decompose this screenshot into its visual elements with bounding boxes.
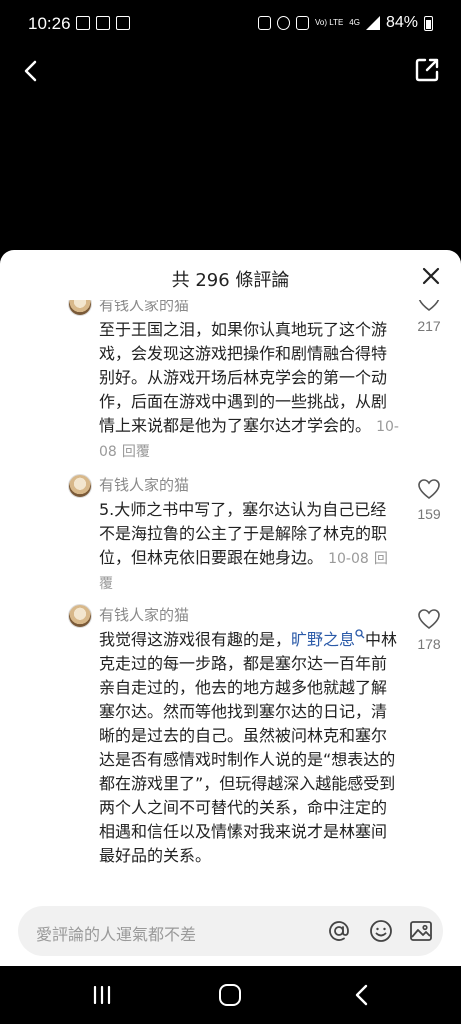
search-icon: [355, 629, 365, 639]
comment-list[interactable]: 有钱人家的猫 至于王国之泪，如果你认真地玩了这个游戏，会发现这游戏把操作和剧情融…: [0, 300, 461, 896]
chevron-left-icon[interactable]: [20, 60, 42, 82]
comment-date: 10-08: [328, 551, 369, 567]
heart-outline-icon: [418, 479, 440, 500]
like-button[interactable]: 159: [415, 478, 443, 522]
image-icon[interactable]: [409, 919, 433, 943]
comment-input[interactable]: 愛評論的人運氣都不差: [18, 906, 443, 956]
comment-count-title: 共 296 條評論: [171, 270, 290, 291]
avatar[interactable]: [68, 474, 92, 498]
mute-icon: [295, 16, 309, 30]
comment-text: 我觉得这游戏很有趣的是，旷野之息 中林克走过的每一步路，都是塞尔达一百年前亲自走过…: [99, 628, 399, 868]
notification-icons: [76, 16, 130, 30]
mail-notification-icon: [96, 16, 110, 30]
reply-button[interactable]: 回覆: [122, 444, 150, 460]
battery-icon: [424, 15, 433, 31]
gallery-notification-icon: [76, 16, 90, 30]
avatar[interactable]: [68, 300, 92, 316]
like-count: 159: [417, 506, 441, 522]
topic-link-label: 旷野之息: [291, 630, 356, 649]
like-count: 178: [417, 636, 441, 652]
battery-percent: 84%: [385, 14, 418, 31]
comment-body-start: 我觉得这游戏很有趣的是，: [99, 630, 292, 649]
comment-text: 至于王国之泪，如果你认真地玩了这个游戏，会发现这游戏把操作和剧情融合得特别好。从…: [99, 318, 399, 464]
comment-body: 至于王国之泪，如果你认真地玩了这个游戏，会发现这游戏把操作和剧情融合得特别好。从…: [99, 320, 388, 435]
comment-author[interactable]: 有钱人家的猫: [99, 300, 189, 315]
like-count: 217: [417, 318, 441, 334]
back-icon[interactable]: [354, 984, 368, 1006]
volte-label: Vo) LTE: [314, 18, 344, 27]
topic-link[interactable]: 旷野之息: [291, 629, 365, 649]
home-icon[interactable]: [219, 984, 241, 1006]
comment-input-placeholder: 愛評論的人運氣都不差: [36, 925, 197, 944]
recents-icon[interactable]: [92, 986, 112, 1004]
status-bar: 10:26 Vo) LTE 4G 84%: [0, 0, 461, 50]
smiley-icon[interactable]: [369, 919, 393, 943]
avatar[interactable]: [68, 604, 92, 628]
comment-author[interactable]: 有钱人家的猫: [99, 604, 189, 625]
sheet-header: 共 296 條評論: [0, 250, 461, 300]
check-notification-icon: [116, 16, 130, 30]
comment-text: 5.大师之书中写了，塞尔达认为自己已经不是海拉鲁的公主了于是解除了林克的职位，但…: [99, 498, 399, 596]
signal-icon: [365, 16, 380, 30]
share-external-icon[interactable]: [413, 56, 441, 84]
comment-body-end: 中林克走过的每一步路，都是塞尔达一百年前亲自走过的，他去的地方越多他就越了解塞尔…: [99, 630, 398, 865]
like-button[interactable]: 178: [415, 608, 443, 652]
comment-author[interactable]: 有钱人家的猫: [99, 474, 189, 495]
like-button[interactable]: 217: [415, 300, 443, 334]
heart-outline-icon: [418, 300, 440, 312]
battery-saver-icon: [257, 16, 271, 30]
close-icon[interactable]: [421, 266, 441, 286]
comment-sheet: 共 296 條評論 有钱人家的猫 至于王国之泪，如果你认真地玩了这个游戏，会发现…: [0, 250, 461, 966]
network-type-label: 4G: [349, 18, 360, 27]
system-nav-bar: [0, 966, 461, 1024]
at-sign-icon[interactable]: [327, 919, 351, 943]
status-right: Vo) LTE 4G 84%: [257, 14, 433, 32]
alarm-icon: [276, 16, 290, 30]
heart-outline-icon: [418, 609, 440, 630]
status-time: 10:26: [28, 14, 71, 33]
